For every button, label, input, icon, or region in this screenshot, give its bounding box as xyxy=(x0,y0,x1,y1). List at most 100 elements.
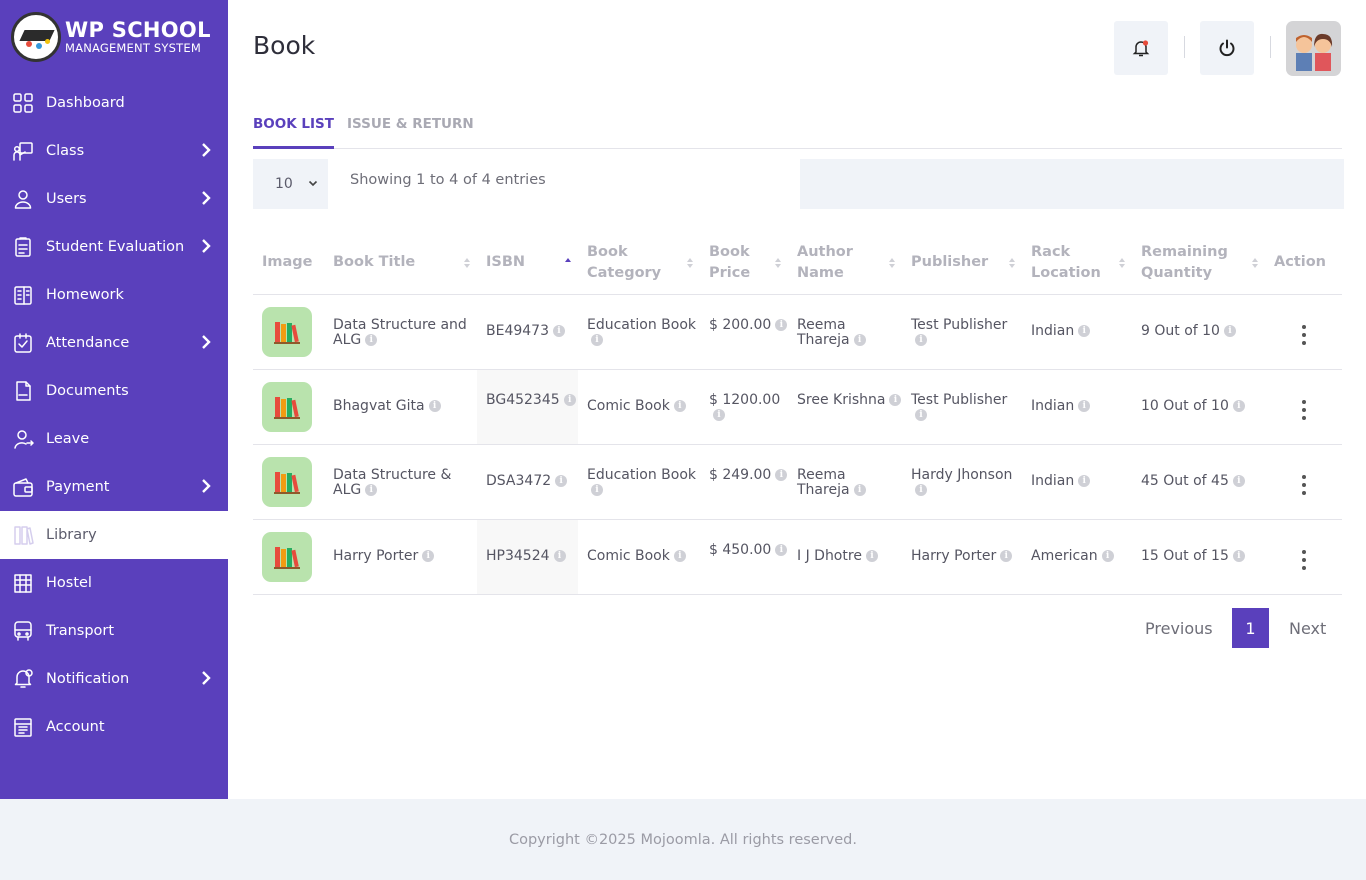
sidebar-item-users[interactable]: Users xyxy=(0,175,228,223)
info-icon[interactable]: i xyxy=(428,399,441,412)
info-icon[interactable]: i xyxy=(365,483,378,496)
brand-title: WP SCHOOL xyxy=(65,17,211,42)
sidebar-item-attendance[interactable]: Attendance xyxy=(0,319,228,367)
cell-rack: Indian i xyxy=(1022,294,1132,370)
info-icon[interactable]: i xyxy=(591,333,603,346)
info-icon[interactable]: i xyxy=(1078,324,1091,337)
info-icon[interactable]: i xyxy=(915,408,927,421)
logout-button[interactable] xyxy=(1200,21,1254,75)
chevron-right-icon xyxy=(202,143,211,157)
info-icon[interactable]: i xyxy=(422,549,435,562)
info-icon[interactable]: i xyxy=(853,333,866,346)
info-icon[interactable]: i xyxy=(775,543,788,556)
sidebar-item-student-evaluation[interactable]: Student Evaluation xyxy=(0,223,228,271)
info-icon[interactable]: i xyxy=(1232,399,1245,412)
bus-icon xyxy=(12,620,34,642)
info-icon[interactable]: i xyxy=(853,483,866,496)
info-icon[interactable]: i xyxy=(553,324,565,337)
cell-isbn: DSA3472 i xyxy=(477,444,578,520)
sidebar-item-label: Payment xyxy=(46,479,110,495)
cell-quantity: 15 Out of 15 i xyxy=(1132,519,1265,595)
column-header-book-price[interactable]: Book Price xyxy=(700,232,788,295)
cell-title: Data Structure & ALG i xyxy=(324,444,477,520)
rack-text: Indian xyxy=(1031,472,1075,489)
sidebar-item-notification[interactable]: Notification xyxy=(0,655,228,703)
info-icon[interactable]: i xyxy=(591,483,603,496)
sidebar-item-transport[interactable]: Transport xyxy=(0,607,228,655)
app-logo[interactable]: WP SCHOOL MANAGEMENT SYSTEM xyxy=(11,12,211,62)
sidebar-item-library[interactable]: Library xyxy=(0,511,228,559)
info-icon[interactable]: i xyxy=(775,468,788,481)
search-input[interactable] xyxy=(800,159,1344,209)
sort-icon xyxy=(889,258,895,268)
book-thumbnail xyxy=(262,381,312,432)
info-icon[interactable]: i xyxy=(1232,549,1245,562)
price-text: $ 200.00 xyxy=(709,316,772,333)
books-icon xyxy=(274,396,300,419)
sort-icon xyxy=(1009,258,1015,268)
page-length-select[interactable]: 10 xyxy=(253,159,328,209)
info-icon[interactable]: i xyxy=(553,549,566,562)
info-icon[interactable]: i xyxy=(915,483,927,496)
column-header-book-title[interactable]: Book Title xyxy=(324,232,477,295)
info-icon[interactable]: i xyxy=(555,474,568,487)
more-options-icon[interactable] xyxy=(1301,550,1306,570)
column-header-isbn[interactable]: ISBN xyxy=(477,232,578,295)
sidebar-item-leave[interactable]: Leave xyxy=(0,415,228,463)
previous-page-button[interactable]: Previous xyxy=(1145,608,1213,648)
cell-action xyxy=(1265,369,1342,445)
sidebar-item-dashboard[interactable]: Dashboard xyxy=(0,79,228,127)
cell-author: Reema Thareja i xyxy=(788,294,902,370)
sidebar-item-label: Class xyxy=(46,143,85,159)
more-options-icon[interactable] xyxy=(1301,475,1306,495)
info-icon[interactable]: i xyxy=(775,318,788,331)
info-icon[interactable]: i xyxy=(1078,474,1091,487)
cell-category: Education Booki xyxy=(578,444,700,520)
cell-title: Bhagvat Gita i xyxy=(324,369,477,445)
cell-isbn: BG452345 i xyxy=(477,369,578,445)
info-icon[interactable]: i xyxy=(1101,549,1114,562)
title-text: Data Structure & ALG xyxy=(333,466,452,498)
info-icon[interactable]: i xyxy=(1000,549,1013,562)
tab-book-list[interactable]: BOOK LIST xyxy=(253,116,334,149)
more-options-icon[interactable] xyxy=(1301,325,1306,345)
info-icon[interactable]: i xyxy=(865,549,878,562)
cell-quantity: 45 Out of 45 i xyxy=(1132,444,1265,520)
table-row: Data Structure and ALG i BE49473 i Education… xyxy=(253,294,1342,370)
sidebar-item-homework[interactable]: Homework xyxy=(0,271,228,319)
notification-button[interactable] xyxy=(1114,21,1168,75)
next-page-button[interactable]: Next xyxy=(1289,608,1326,648)
tab-issue-return[interactable]: ISSUE & RETURN xyxy=(347,116,474,149)
info-icon[interactable]: i xyxy=(713,408,725,421)
info-icon[interactable]: i xyxy=(1223,324,1236,337)
info-icon[interactable]: i xyxy=(365,333,378,346)
isbn-text: HP34524 xyxy=(486,547,550,564)
cell-image xyxy=(253,369,324,445)
column-header-remaining-quantity[interactable]: Remaining Quantity xyxy=(1132,232,1265,295)
column-header-author-name[interactable]: Author Name xyxy=(788,232,902,295)
column-header-book-category[interactable]: Book Category xyxy=(578,232,700,295)
info-icon[interactable]: i xyxy=(889,393,902,406)
sidebar-item-documents[interactable]: Documents xyxy=(0,367,228,415)
dashboard-icon xyxy=(12,92,34,114)
user-avatar[interactable] xyxy=(1286,21,1341,76)
brand-subtitle: MANAGEMENT SYSTEM xyxy=(65,40,201,55)
column-header-publisher[interactable]: Publisher xyxy=(902,232,1022,295)
cell-price: $ 249.00 i xyxy=(700,444,788,520)
info-icon[interactable]: i xyxy=(1232,474,1245,487)
sort-icon xyxy=(1119,258,1125,268)
sidebar-item-label: Account xyxy=(46,719,105,735)
more-options-icon[interactable] xyxy=(1301,400,1306,420)
sidebar-item-hostel[interactable]: Hostel xyxy=(0,559,228,607)
info-icon[interactable]: i xyxy=(915,333,927,346)
sidebar-item-class[interactable]: Class xyxy=(0,127,228,175)
info-icon[interactable]: i xyxy=(563,393,576,406)
sidebar-item-account[interactable]: Account xyxy=(0,703,228,751)
sidebar-item-payment[interactable]: Payment xyxy=(0,463,228,511)
cell-author: I J Dhotre i xyxy=(788,519,902,595)
info-icon[interactable]: i xyxy=(673,549,686,562)
column-header-rack-location[interactable]: Rack Location xyxy=(1022,232,1132,295)
info-icon[interactable]: i xyxy=(673,399,686,412)
page-1-button[interactable]: 1 xyxy=(1232,608,1269,648)
info-icon[interactable]: i xyxy=(1078,399,1091,412)
